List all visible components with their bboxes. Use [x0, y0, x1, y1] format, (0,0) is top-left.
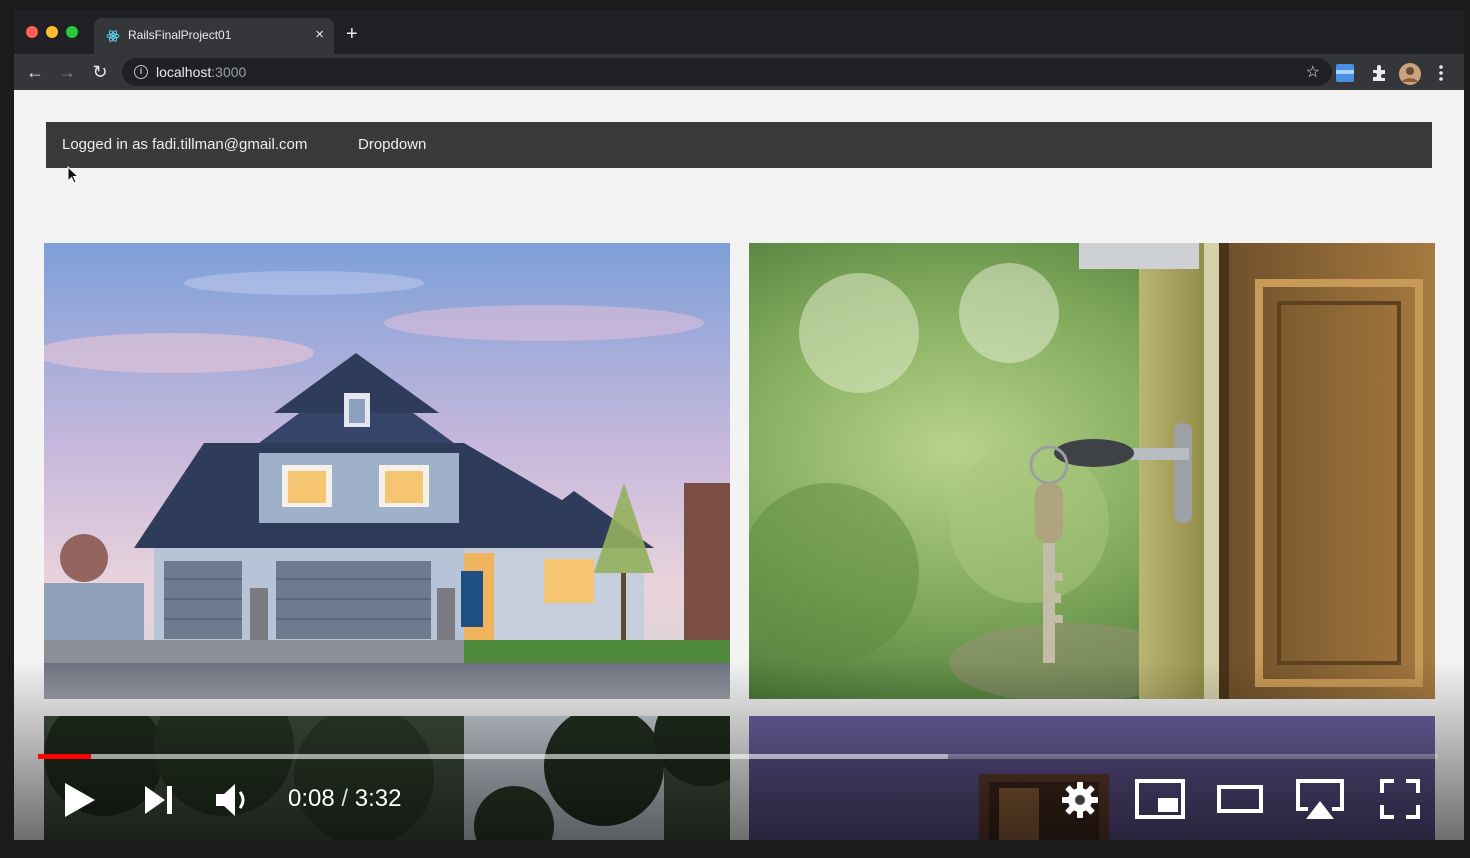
- volume-icon[interactable]: [213, 780, 253, 820]
- progress-played: [38, 754, 92, 759]
- fullscreen-icon[interactable]: [1380, 779, 1420, 819]
- airplay-icon[interactable]: [1294, 777, 1346, 823]
- next-video-icon[interactable]: [142, 783, 176, 817]
- browser-tab[interactable]: RailsFinalProject01 ×: [94, 18, 334, 54]
- current-time: 0:08: [288, 785, 335, 812]
- close-window-button[interactable]: [26, 26, 38, 38]
- tab-strip: RailsFinalProject01 × +: [14, 10, 1464, 54]
- mouse-cursor-icon: [67, 166, 80, 184]
- theater-mode-icon[interactable]: [1216, 782, 1264, 816]
- extension-icon[interactable]: [1334, 62, 1356, 84]
- time-separator: /: [334, 785, 355, 812]
- back-arrow-icon[interactable]: ←: [24, 61, 46, 83]
- info-icon[interactable]: i: [134, 65, 148, 79]
- reload-icon[interactable]: ↻: [89, 61, 111, 83]
- site-navbar: Logged in as fadi.tillman@gmail.com Drop…: [46, 122, 1432, 168]
- duration: 3:32: [354, 785, 402, 812]
- forward-arrow-icon[interactable]: →: [56, 61, 78, 83]
- browser-toolbar: ← → ↻ i localhost:3000 ☆: [14, 54, 1464, 90]
- address-bar[interactable]: i localhost:3000 ☆: [122, 58, 1332, 86]
- maximize-window-button[interactable]: [66, 26, 78, 38]
- play-icon[interactable]: [60, 780, 100, 820]
- miniplayer-icon[interactable]: [1134, 778, 1186, 820]
- dropdown-menu-toggle[interactable]: Dropdown: [358, 136, 426, 153]
- browser-menu-icon[interactable]: [1434, 62, 1448, 84]
- video-frame: RailsFinalProject01 × + ← → ↻ i localhos…: [0, 0, 1470, 858]
- react-favicon-icon: [106, 30, 120, 42]
- new-tab-button[interactable]: +: [346, 24, 358, 44]
- puzzle-extensions-icon[interactable]: [1368, 62, 1390, 84]
- time-display: 0:08 / 3:32: [288, 785, 401, 813]
- bookmark-star-icon[interactable]: ☆: [1306, 62, 1320, 82]
- url-text[interactable]: localhost:3000: [156, 64, 246, 80]
- settings-gear-icon[interactable]: [1060, 780, 1100, 820]
- tab-close-icon[interactable]: ×: [315, 26, 324, 44]
- progress-bar[interactable]: [38, 754, 1438, 759]
- house-photo: [44, 243, 730, 699]
- url-host: localhost: [156, 64, 212, 80]
- profile-avatar[interactable]: [1398, 62, 1422, 86]
- minimize-window-button[interactable]: [46, 26, 58, 38]
- url-port: :3000: [211, 64, 247, 80]
- progress-buffered: [38, 754, 948, 759]
- logged-in-text: Logged in as fadi.tillman@gmail.com: [62, 136, 308, 153]
- key-in-door-photo: [749, 243, 1435, 699]
- tab-title: RailsFinalProject01: [128, 28, 232, 42]
